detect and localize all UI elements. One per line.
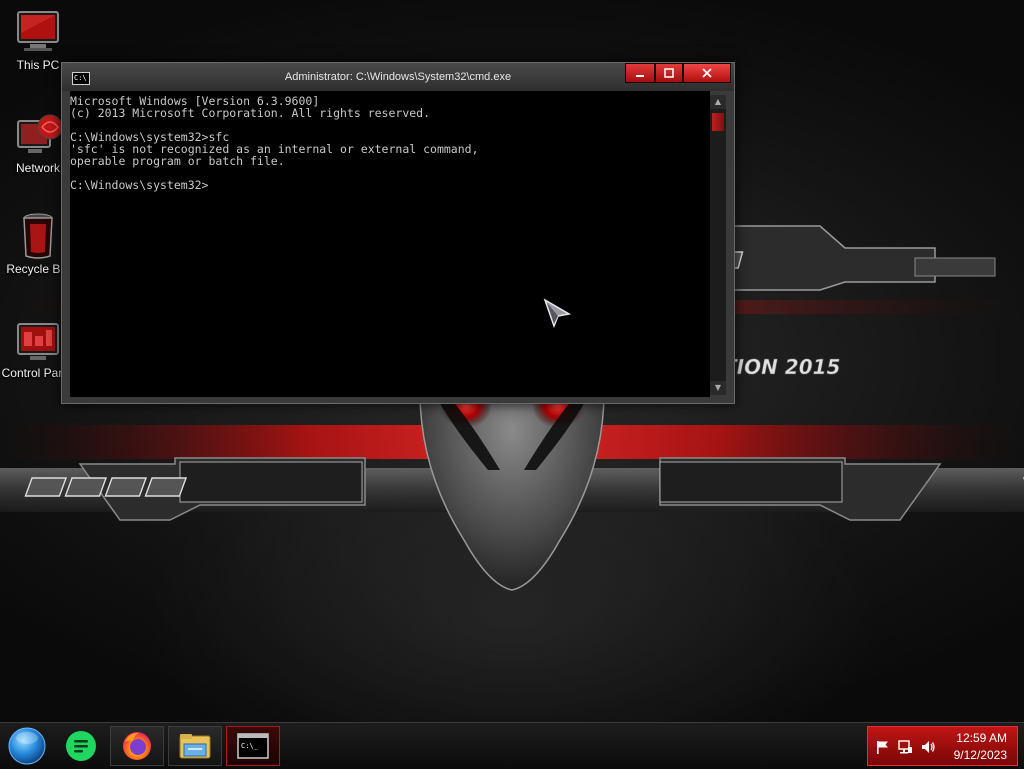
taskbar-firefox-button[interactable]	[110, 726, 164, 766]
console-text: Microsoft Windows [Version 6.3.9600] (c)…	[70, 91, 710, 191]
control-panel-icon	[14, 316, 62, 364]
clock[interactable]: 12:59 AM 9/12/2023	[954, 730, 1007, 764]
scrollbar-thumb[interactable]	[712, 113, 724, 131]
wallpaper-edition-text: TION 2015	[723, 355, 840, 379]
folder-icon	[178, 730, 212, 762]
network-icon	[14, 111, 62, 159]
firefox-icon	[121, 730, 153, 762]
window-controls	[625, 63, 731, 83]
clock-date: 9/12/2023	[954, 747, 1007, 764]
vertical-scrollbar[interactable]: ▲ ▼	[710, 95, 726, 395]
maximize-button[interactable]	[655, 63, 683, 83]
taskbar-command-prompt-button[interactable]: C:\_	[226, 726, 280, 766]
minimize-icon	[635, 68, 645, 78]
close-icon	[701, 68, 713, 78]
system-tray: 12:59 AM 9/12/2023	[867, 726, 1018, 766]
action-center-flag-icon[interactable]	[874, 739, 890, 755]
minimize-button[interactable]	[625, 63, 655, 83]
start-button[interactable]	[0, 726, 54, 766]
recycle-bin-icon	[14, 212, 62, 260]
svg-text:C:\_: C:\_	[241, 742, 259, 750]
volume-icon[interactable]	[920, 739, 936, 755]
clock-time: 12:59 AM	[954, 730, 1007, 747]
start-orb-icon	[7, 726, 47, 766]
cmd-window[interactable]: C:\ Administrator: C:\Windows\System32\c…	[61, 62, 735, 404]
notes-icon	[65, 730, 97, 762]
console-output[interactable]: Microsoft Windows [Version 6.3.9600] (c)…	[70, 91, 710, 397]
cmd-icon: C:\_	[237, 733, 269, 759]
scroll-down-arrow-icon[interactable]: ▼	[710, 381, 726, 395]
computer-icon	[14, 8, 62, 56]
taskbar-notes-button[interactable]	[54, 726, 108, 766]
window-titlebar[interactable]: C:\ Administrator: C:\Windows\System32\c…	[62, 63, 734, 91]
scroll-up-arrow-icon[interactable]: ▲	[710, 95, 726, 109]
network-icon[interactable]	[897, 739, 913, 755]
mouse-cursor-icon	[543, 298, 571, 328]
close-button[interactable]	[683, 63, 731, 83]
taskbar-file-explorer-button[interactable]	[168, 726, 222, 766]
maximize-icon	[664, 68, 674, 78]
